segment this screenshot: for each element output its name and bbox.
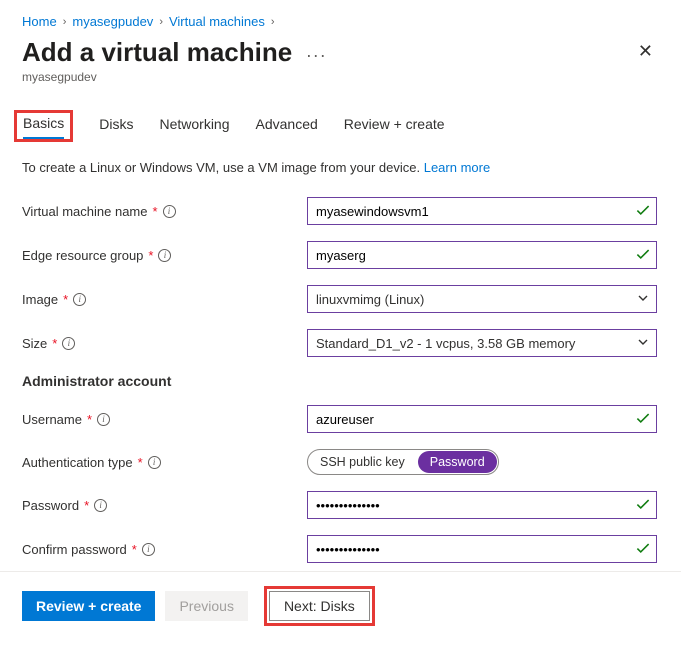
next-disks-button[interactable]: Next: Disks [269,591,370,621]
authtype-label: Authentication type [22,455,133,470]
info-icon[interactable]: i [142,543,155,556]
authtype-segmented: SSH public key Password [307,449,499,475]
tab-disks[interactable]: Disks [99,110,133,142]
required-indicator: * [87,412,92,427]
info-icon[interactable]: i [97,413,110,426]
page-subtitle: myasegpudev [22,70,659,84]
tab-advanced[interactable]: Advanced [256,110,318,142]
vm-name-label: Virtual machine name [22,204,148,219]
info-icon[interactable]: i [148,456,161,469]
learn-more-link[interactable]: Learn more [424,160,490,175]
confirm-password-input[interactable] [307,535,657,563]
tab-strip: Basics Disks Networking Advanced Review … [22,110,659,142]
required-indicator: * [148,248,153,263]
image-select[interactable]: linuxvmimg (Linux) [307,285,657,313]
erg-input[interactable] [307,241,657,269]
close-icon[interactable]: ✕ [632,37,659,66]
info-icon[interactable]: i [94,499,107,512]
password-input[interactable] [307,491,657,519]
previous-button: Previous [165,591,247,621]
required-indicator: * [63,292,68,307]
vm-name-input[interactable] [307,197,657,225]
chevron-right-icon: › [159,16,163,28]
intro-text: To create a Linux or Windows VM, use a V… [22,160,659,175]
size-select-value: Standard_D1_v2 - 1 vcpus, 3.58 GB memory [316,336,575,351]
info-icon[interactable]: i [158,249,171,262]
info-icon[interactable]: i [62,337,75,350]
required-indicator: * [52,336,57,351]
username-input[interactable] [307,405,657,433]
erg-label: Edge resource group [22,248,143,263]
required-indicator: * [153,204,158,219]
breadcrumb-home[interactable]: Home [22,14,57,29]
chevron-right-icon: › [63,16,67,28]
page-title: Add a virtual machine [22,37,292,68]
size-select[interactable]: Standard_D1_v2 - 1 vcpus, 3.58 GB memory [307,329,657,357]
footer-actions: Review + create Previous Next: Disks [0,571,681,646]
required-indicator: * [84,498,89,513]
image-label: Image [22,292,58,307]
admin-section-header: Administrator account [22,373,659,389]
tab-networking[interactable]: Networking [159,110,229,142]
authtype-password-option[interactable]: Password [418,451,497,473]
more-actions-button[interactable]: ··· [306,45,327,65]
required-indicator: * [138,455,143,470]
size-label: Size [22,336,47,351]
confirm-password-label: Confirm password [22,542,127,557]
password-label: Password [22,498,79,513]
breadcrumb-level2[interactable]: Virtual machines [169,14,265,29]
username-label: Username [22,412,82,427]
required-indicator: * [132,542,137,557]
image-select-value: linuxvmimg (Linux) [316,292,424,307]
breadcrumb: Home › myasegpudev › Virtual machines › [22,14,659,29]
chevron-right-icon: › [271,16,275,28]
review-create-button[interactable]: Review + create [22,591,155,621]
info-icon[interactable]: i [163,205,176,218]
tab-review[interactable]: Review + create [344,110,445,142]
breadcrumb-level1[interactable]: myasegpudev [72,14,153,29]
info-icon[interactable]: i [73,293,86,306]
authtype-ssh-option[interactable]: SSH public key [308,450,417,474]
tab-basics[interactable]: Basics [23,109,64,141]
